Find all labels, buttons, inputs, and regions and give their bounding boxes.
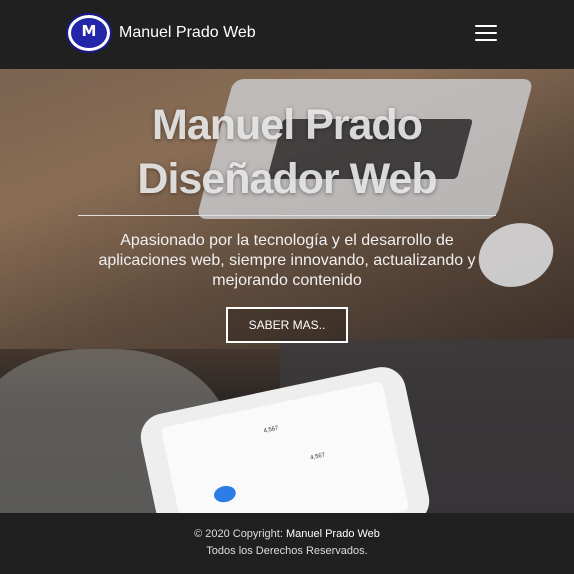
navbar: M Manuel Prado Web [0, 0, 574, 69]
brand-name[interactable]: Manuel Prado Web [119, 24, 256, 42]
hero-description: Apasionado por la tecnología y el desarr… [98, 232, 476, 289]
copyright-prefix: © 2020 Copyright: [194, 528, 286, 540]
brand-link[interactable]: M Manuel Prado Web [66, 13, 256, 53]
phone-stat-1: 4,567 [263, 425, 280, 435]
footer-brand-link[interactable]: Manuel Prado Web [286, 528, 380, 540]
logo-monogram: M [71, 18, 107, 48]
footer: © 2020 Copyright: Manuel Prado Web Todos… [0, 513, 574, 574]
hamburger-menu-icon[interactable] [475, 25, 497, 42]
hero-divider [78, 215, 496, 216]
footer-rights: Todos los Derechos Reservados. [206, 545, 368, 557]
app-icon [212, 483, 238, 505]
hero-title: Manuel Prado Diseñador Web [0, 98, 574, 206]
hero-title-line-2: Diseñador Web [137, 155, 437, 203]
hero-title-line-1: Manuel Prado [152, 101, 423, 149]
logo: M [66, 13, 112, 53]
footer-copyright: © 2020 Copyright: Manuel Prado Web [0, 528, 574, 540]
saber-mas-button[interactable]: SABER MAS.. [226, 307, 348, 343]
phone-stat-2: 4,567 [309, 452, 326, 462]
